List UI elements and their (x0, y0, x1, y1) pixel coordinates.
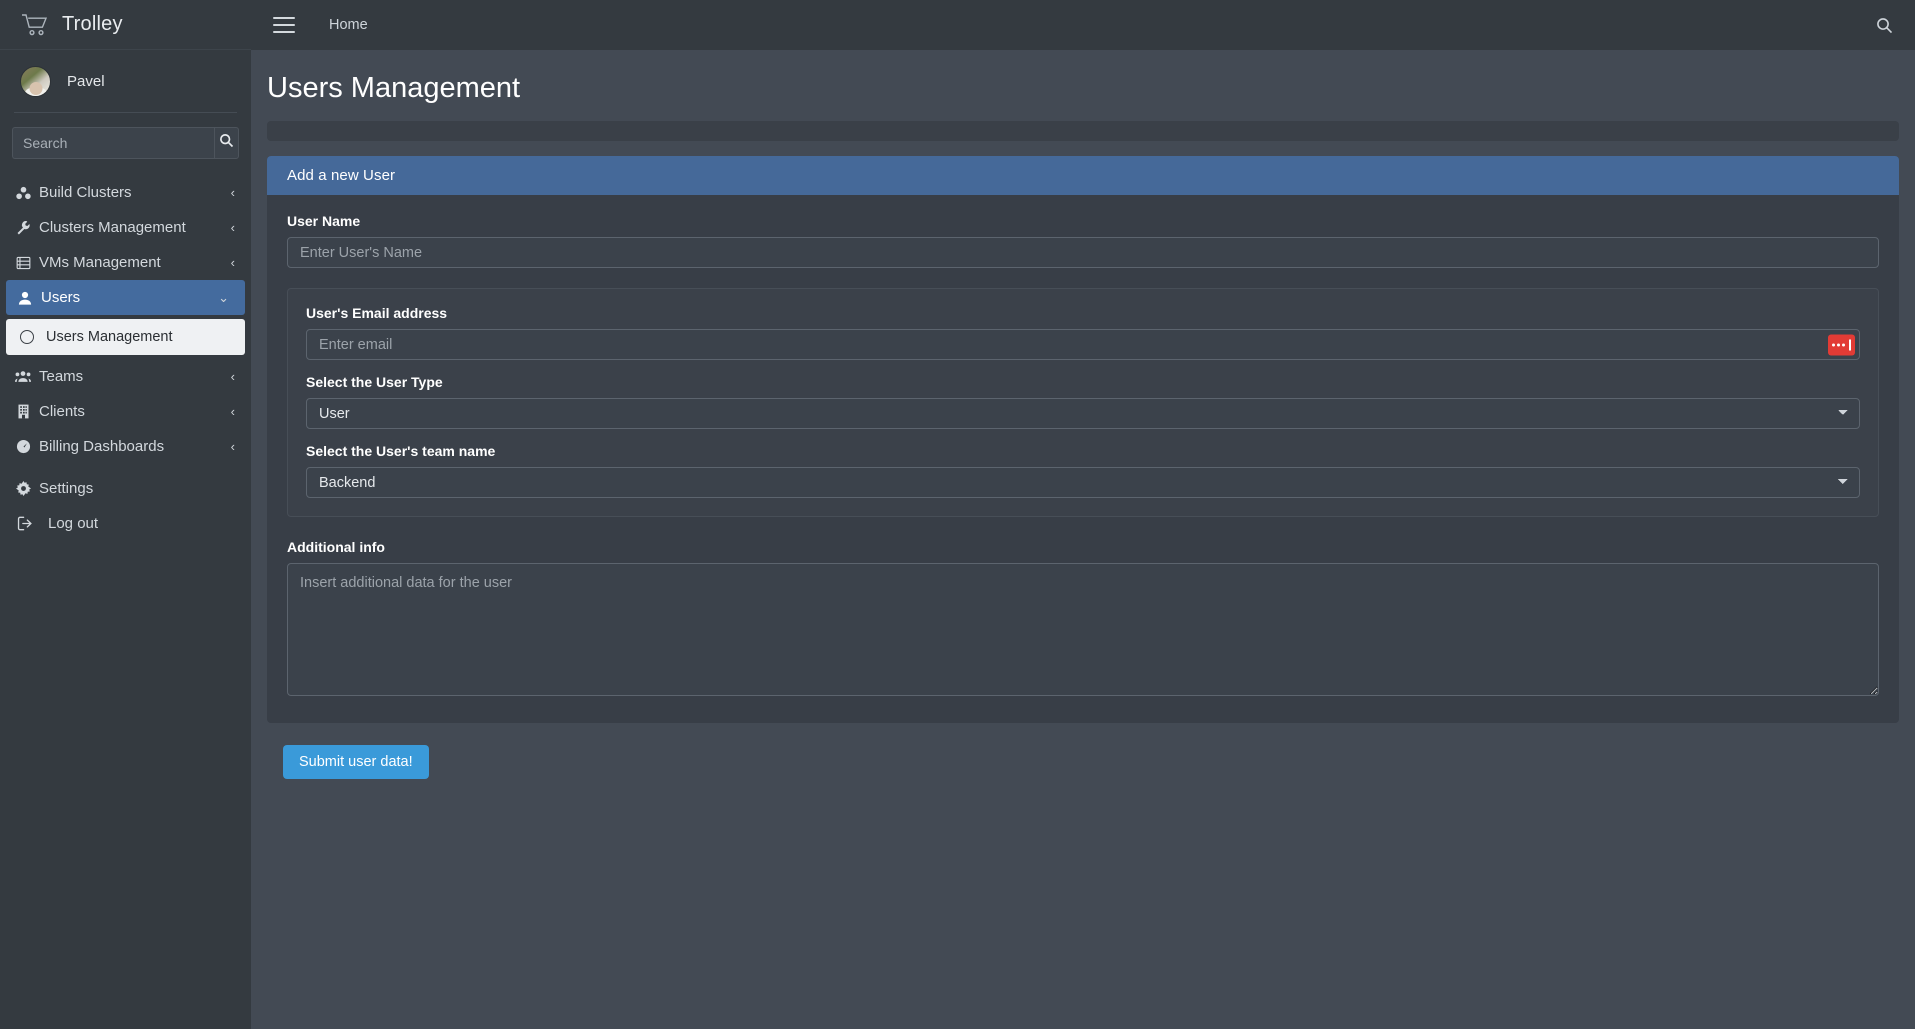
sidebar-user-name: Pavel (67, 72, 105, 90)
sidebar-item-clusters-management[interactable]: Clusters Management ‹ (0, 210, 251, 245)
user-name-field: User Name (287, 213, 1879, 268)
chevron-left-icon: ‹ (230, 439, 235, 454)
server-icon (14, 256, 32, 270)
topbar: Home (251, 0, 1915, 50)
email-label: User's Email address (306, 305, 448, 321)
chevron-left-icon: ‹ (230, 220, 235, 235)
sidebar-item-label: Clusters Management (39, 219, 186, 236)
card-header: Add a new User (267, 156, 1899, 195)
building-icon (14, 404, 32, 419)
submit-row: Submit user data! (267, 723, 1899, 779)
search-icon (219, 133, 234, 153)
dashboard-icon (14, 439, 32, 454)
user-icon (16, 291, 34, 305)
sidebar-item-label: Teams (39, 368, 84, 385)
sidebar-item-build-clusters[interactable]: Build Clusters ‹ (0, 175, 251, 210)
email-input-wrapper (306, 329, 1860, 360)
additional-info-textarea[interactable] (287, 563, 1879, 696)
email-input[interactable] (306, 329, 1860, 360)
submit-user-data-button[interactable]: Submit user data! (283, 745, 429, 779)
users-icon (14, 370, 32, 383)
user-type-select[interactable]: User (306, 398, 1860, 429)
search-input[interactable] (12, 127, 214, 159)
additional-info-label: Additional info (287, 539, 385, 555)
chevron-left-icon: ‹ (230, 369, 235, 384)
sidebar-search (12, 127, 239, 159)
page-title: Users Management (267, 72, 521, 104)
email-field: User's Email address (306, 305, 1860, 360)
user-name-input[interactable] (287, 237, 1879, 268)
sidebar-item-label: Log out (48, 515, 99, 532)
sidebar-item-label: Billing Dashboards (39, 438, 165, 455)
sidebar-item-label: Clients (39, 403, 85, 420)
logout-icon (16, 516, 34, 531)
chevron-left-icon: ‹ (230, 404, 235, 419)
shopping-cart-icon (18, 10, 52, 40)
additional-info-field: Additional info (287, 539, 1879, 701)
app-root: Trolley Pavel Search Build Clusters ‹ Cl… (0, 0, 1915, 1029)
chevron-down-icon: ⌄ (218, 290, 229, 305)
add-user-card: Add a new User User Name User's Email ad… (267, 156, 1899, 723)
sidebar-item-label: Settings (39, 480, 94, 497)
sidebar-subitem-label: Users Management (46, 329, 173, 345)
user-type-label: Select the User Type (306, 374, 443, 390)
team-name-field: Select the User's team name Backend (306, 443, 1860, 498)
brand[interactable]: Trolley (0, 0, 251, 50)
topbar-search-icon[interactable] (1876, 17, 1893, 34)
team-name-label: Select the User's team name (306, 443, 496, 459)
hamburger-icon[interactable] (273, 17, 295, 33)
sidebar-item-settings[interactable]: Settings (0, 471, 251, 506)
sidebar-item-users[interactable]: Users ⌄ (6, 280, 245, 315)
chevron-left-icon: ‹ (230, 255, 235, 270)
sidebar-divider (14, 112, 237, 113)
lastpass-icon[interactable] (1828, 334, 1855, 355)
sidebar-item-users-management[interactable]: Users Management (6, 319, 245, 355)
sidebar-nav: Build Clusters ‹ Clusters Management ‹ V… (0, 175, 251, 541)
user-type-field: Select the User Type User (306, 374, 1860, 429)
gear-icon (14, 481, 32, 496)
chevron-left-icon: ‹ (230, 185, 235, 200)
card-body: User Name User's Email address (267, 195, 1899, 723)
sidebar-user[interactable]: Pavel (0, 50, 251, 112)
avatar (20, 65, 51, 97)
content-strip (267, 121, 1899, 141)
cubes-icon (14, 186, 32, 200)
sidebar-item-label: Build Clusters (39, 184, 132, 201)
team-name-select[interactable]: Backend (306, 467, 1860, 498)
content-area: Add a new User User Name User's Email ad… (251, 121, 1915, 779)
sidebar-item-label: VMs Management (39, 254, 161, 271)
sidebar-item-vms-management[interactable]: VMs Management ‹ (0, 245, 251, 280)
circle-icon (20, 330, 34, 344)
user-name-label: User Name (287, 213, 361, 229)
sidebar-item-billing-dashboards[interactable]: Billing Dashboards ‹ (0, 429, 251, 464)
sidebar: Trolley Pavel Search Build Clusters ‹ Cl… (0, 0, 251, 1029)
brand-name: Trolley (62, 13, 123, 35)
user-details-panel: User's Email address Select the User Typ… (287, 288, 1879, 517)
sidebar-item-log-out[interactable]: Log out (0, 506, 251, 541)
sidebar-item-clients[interactable]: Clients ‹ (0, 394, 251, 429)
sidebar-item-teams[interactable]: Teams ‹ (0, 359, 251, 394)
wrench-icon (14, 220, 32, 235)
topbar-home-link[interactable]: Home (329, 17, 368, 33)
main-content: Home Users Management Add a new User Use… (251, 0, 1915, 1029)
search-button[interactable] (214, 127, 239, 159)
sidebar-item-label: Users (41, 289, 81, 306)
